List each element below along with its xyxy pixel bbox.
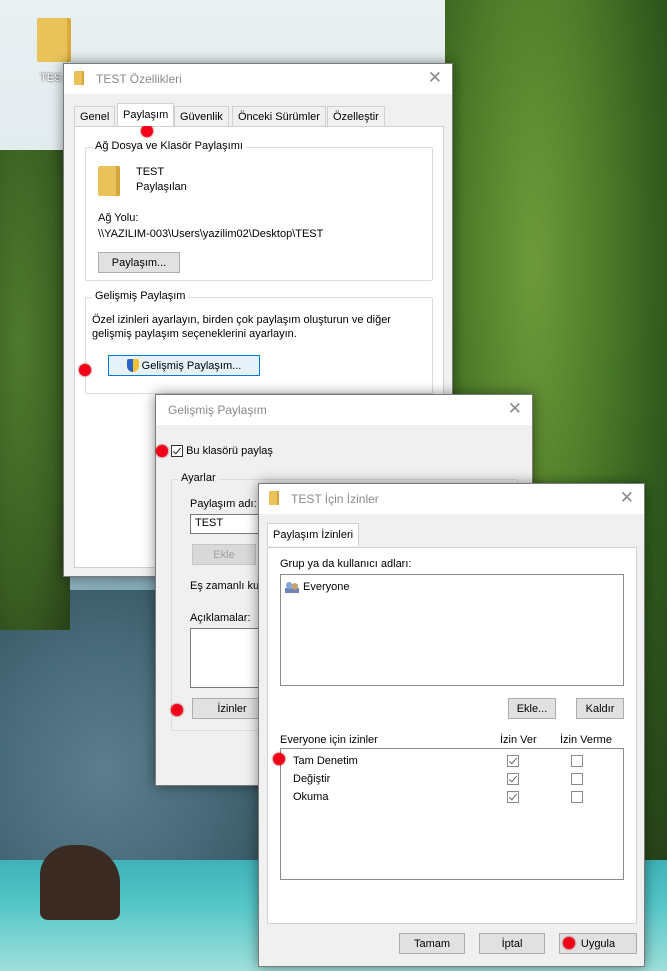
permissions-titlebar[interactable]: TEST İçin İzinler ✕ <box>259 484 644 514</box>
tab-sharing[interactable]: Paylaşım <box>117 103 175 126</box>
share-button[interactable]: Paylaşım... <box>98 252 180 273</box>
highlight-marker <box>156 445 168 457</box>
network-path-label: Ağ Yolu: <box>98 212 139 224</box>
highlight-marker <box>141 125 153 137</box>
properties-titlebar[interactable]: TEST Özellikleri ✕ <box>64 64 452 94</box>
close-icon[interactable]: ✕ <box>428 68 442 88</box>
network-sharing-group: Ağ Dosya ve Klasör Paylaşımı TEST Paylaş… <box>85 140 433 281</box>
tab-share-permissions[interactable]: Paylaşım İzinleri <box>267 523 360 546</box>
share-folder-label: Bu klasörü paylaş <box>186 445 273 457</box>
advanced-sharing-group: Gelişmiş Paylaşım Özel izinleri ayarlayı… <box>85 290 433 394</box>
ok-button[interactable]: Tamam <box>399 933 465 954</box>
tab-security[interactable]: Güvenlik <box>174 106 229 126</box>
tab-strip: Paylaşım İzinleri <box>267 523 637 548</box>
comments-label: Açıklamalar: <box>190 612 251 624</box>
window-title: TEST Özellikleri <box>96 72 182 86</box>
close-icon[interactable]: ✕ <box>620 488 634 508</box>
desktop-icon-label: TES <box>40 72 62 84</box>
permission-name: Okuma <box>293 791 329 803</box>
permissions-window: TEST İçin İzinler ✕ Paylaşım İzinleri Gr… <box>258 483 645 967</box>
tab-general[interactable]: Genel <box>74 106 116 126</box>
folder-icon <box>37 18 71 62</box>
table-row: Okuma <box>281 789 623 807</box>
share-name-label: Paylaşım adı: <box>190 498 257 510</box>
group-label: Ağ Dosya ve Klasör Paylaşımı <box>92 140 246 152</box>
network-path-value: \\YAZILIM-003\Users\yazilim02\Desktop\TE… <box>98 228 324 240</box>
cancel-button[interactable]: İptal <box>479 933 545 954</box>
table-row: Değiştir <box>281 771 623 789</box>
window-title: TEST İçin İzinler <box>291 492 379 506</box>
close-icon[interactable]: ✕ <box>508 399 522 419</box>
deny-checkbox[interactable] <box>571 773 583 785</box>
highlight-marker <box>563 937 575 949</box>
allow-column-header: İzin Ver <box>500 734 537 746</box>
tab-strip: Genel Paylaşım Güvenlik Önceki Sürümler … <box>74 103 444 128</box>
highlight-marker <box>273 753 285 765</box>
deny-checkbox[interactable] <box>571 791 583 803</box>
users-group-icon <box>285 581 299 593</box>
folder-status: Paylaşılan <box>136 181 187 193</box>
permissions-list: Tam Denetim Değiştir Okuma <box>280 748 624 880</box>
allow-checkbox[interactable] <box>507 755 519 767</box>
tab-customize[interactable]: Özelleştir <box>327 106 385 126</box>
folder-icon <box>269 491 279 505</box>
allow-checkbox[interactable] <box>507 773 519 785</box>
wallpaper-rock <box>40 845 120 920</box>
group-users-label: Grup ya da kullanıcı adları: <box>280 558 412 570</box>
users-listbox[interactable]: Everyone <box>280 574 624 686</box>
window-title: Gelişmiş Paylaşım <box>168 403 267 417</box>
folder-name: TEST <box>136 166 165 178</box>
advanced-sharing-button[interactable]: Gelişmiş Paylaşım... <box>108 355 260 376</box>
list-item[interactable]: Everyone <box>285 579 349 595</box>
advanced-titlebar[interactable]: Gelişmiş Paylaşım ✕ <box>156 395 532 425</box>
uac-shield-icon <box>126 359 139 372</box>
tab-previous-versions[interactable]: Önceki Sürümler <box>232 106 326 126</box>
add-user-button[interactable]: Ekle... <box>508 698 556 719</box>
group-label: Gelişmiş Paylaşım <box>92 290 189 302</box>
permission-name: Değiştir <box>293 773 331 785</box>
add-share-button[interactable]: Ekle <box>192 544 256 565</box>
remove-user-button[interactable]: Kaldır <box>576 698 624 719</box>
user-name: Everyone <box>303 581 350 593</box>
permission-name: Tam Denetim <box>293 755 358 767</box>
advanced-description-2: gelişmiş paylaşım seçeneklerini ayarlayı… <box>92 328 297 340</box>
highlight-marker <box>79 364 91 376</box>
permissions-for-label: Everyone için izinler <box>280 734 378 746</box>
group-label: Ayarlar <box>178 472 219 484</box>
deny-checkbox[interactable] <box>571 755 583 767</box>
share-permissions-panel: Grup ya da kullanıcı adları: Everyone Ek… <box>267 547 637 924</box>
concurrent-users-label: Eş zamanlı ku <box>190 580 260 592</box>
folder-icon <box>98 166 120 196</box>
advanced-sharing-button-label: Gelişmiş Paylaşım... <box>141 359 242 372</box>
highlight-marker <box>171 704 183 716</box>
allow-checkbox[interactable] <box>507 791 519 803</box>
deny-column-header: İzin Verme <box>560 734 612 746</box>
advanced-description-1: Özel izinleri ayarlayın, birden çok payl… <box>92 314 391 326</box>
wallpaper-cliff-left <box>0 150 70 630</box>
share-folder-checkbox-row[interactable]: Bu klasörü paylaş <box>171 445 273 458</box>
table-row: Tam Denetim <box>281 753 623 771</box>
folder-icon <box>74 71 84 85</box>
share-folder-checkbox[interactable] <box>171 445 183 458</box>
